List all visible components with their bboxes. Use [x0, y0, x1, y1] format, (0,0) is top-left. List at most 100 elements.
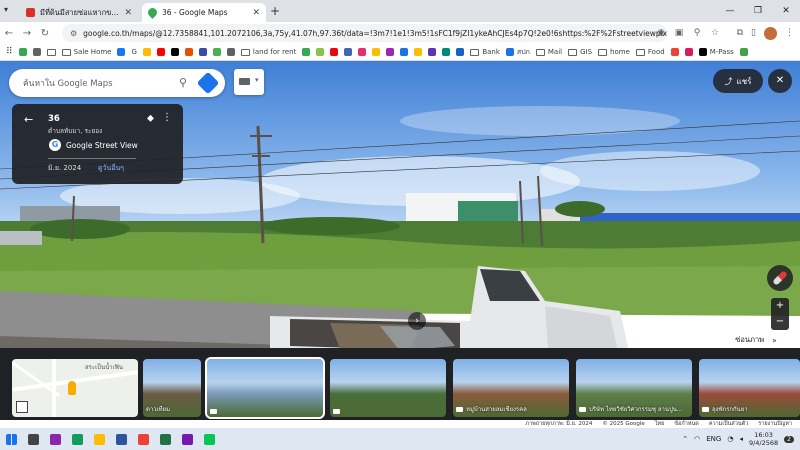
fullscreen-icon[interactable] [16, 401, 28, 413]
bookmark-item[interactable] [442, 48, 451, 56]
chevron-up-icon[interactable]: ⌃ [682, 435, 688, 443]
location-icon[interactable]: ◉ [655, 28, 667, 38]
credit-item[interactable]: รายงานปัญหา [758, 420, 792, 428]
mini-map[interactable]: สระเป็นน้ำเฟิน [12, 359, 138, 417]
tab-search-icon[interactable]: ▾ [4, 5, 8, 14]
bookmark-item[interactable] [414, 48, 423, 56]
reload-button[interactable]: ↻ [36, 28, 54, 39]
bookmark-item[interactable] [156, 48, 165, 56]
back-button[interactable]: ← [0, 28, 18, 39]
wifi-icon[interactable]: ◔ [727, 435, 733, 443]
forward-button[interactable]: → [18, 28, 36, 39]
bookmark-item[interactable] [142, 48, 151, 56]
bookmark-item[interactable] [184, 48, 193, 56]
bookmark-item[interactable]: Food [635, 48, 665, 56]
bookmark-item[interactable]: G [131, 48, 136, 56]
bookmark-item[interactable]: Mail [535, 48, 562, 56]
profile-avatar[interactable] [764, 26, 777, 40]
minimize-button[interactable]: — [716, 0, 744, 22]
back-arrow-icon[interactable]: ← [24, 113, 33, 126]
bookmark-item[interactable] [302, 48, 311, 56]
bookmark-item[interactable] [358, 48, 367, 56]
site-info-icon[interactable]: ⚙ [70, 29, 77, 38]
zoom-in-button[interactable]: + [771, 298, 789, 314]
address-bar[interactable]: ⚙ google.co.th/maps/@12.7358841,101.2072… [62, 24, 667, 42]
bookmark-item[interactable] [386, 48, 395, 56]
bookmark-item[interactable] [198, 48, 207, 56]
bookmark-item[interactable]: home [598, 48, 630, 56]
sidebar-icon[interactable]: ▯ [751, 28, 756, 38]
zoom-out-button[interactable]: − [771, 314, 789, 330]
search-input[interactable]: ค้นหาใน Google Maps [23, 76, 113, 90]
directions-icon[interactable] [196, 71, 220, 95]
bookmark-item[interactable] [46, 48, 56, 56]
taskbar-word-button[interactable] [110, 428, 132, 450]
imagery-thumbnail[interactable]: บริษัท ไทยวิชัยวิศวกรรมซุ ลานปูน... [576, 359, 692, 417]
taskbar-line-button[interactable] [198, 428, 220, 450]
clock[interactable]: 16:03 9/4/2568 [749, 431, 778, 447]
layers-button[interactable]: ▾ [234, 69, 264, 95]
credit-item[interactable]: ไทย [655, 420, 665, 428]
taskbar-taskview-button[interactable] [22, 428, 44, 450]
bookmark-item[interactable] [428, 48, 437, 56]
compass-icon[interactable] [767, 265, 793, 291]
bookmark-item[interactable]: Bank [470, 48, 500, 56]
imagery-thumbnail[interactable]: ลุงพักรกกันยา [699, 359, 800, 417]
navigation-arrow-icon[interactable]: › [408, 312, 426, 330]
close-street-view-button[interactable]: ✕ [768, 69, 792, 93]
bookmark-item[interactable] [170, 48, 179, 56]
bookmark-item[interactable] [344, 48, 353, 56]
pegman-icon[interactable] [68, 381, 76, 395]
imagery-thumbnail[interactable] [205, 357, 325, 419]
bookmark-item[interactable] [456, 48, 465, 56]
bookmark-item[interactable]: GIS [568, 48, 592, 56]
taskbar-edge-button[interactable] [66, 428, 88, 450]
network-icon[interactable]: ◠ [694, 435, 700, 443]
volume-icon[interactable]: ◂ [739, 435, 743, 443]
bookmark-item[interactable] [18, 48, 27, 56]
street-view[interactable]: ค้นหาใน Google Maps ⚲ ▾ ← 36 ตำบลทับมา, … [0, 61, 800, 428]
bookmark-item[interactable] [316, 48, 325, 56]
extensions-icon[interactable]: ⧉ [737, 28, 743, 38]
menu-icon[interactable]: ⋮ [785, 28, 794, 38]
bookmark-item[interactable] [372, 48, 381, 56]
language-indicator[interactable]: ENG [706, 435, 721, 443]
more-options-icon[interactable]: ⋮ [162, 112, 172, 123]
search-box[interactable]: ค้นหาใน Google Maps ⚲ [9, 69, 225, 97]
bookmark-item[interactable] [212, 48, 221, 56]
notification-badge[interactable]: 2 [784, 435, 794, 443]
maximize-button[interactable]: ❐ [744, 0, 772, 22]
new-tab-button[interactable]: + [270, 4, 280, 18]
tab-0[interactable]: มีที่ดินมีสายซ่อแหากขายที่ดินส่ง ✕ [20, 3, 138, 22]
bookmark-item[interactable]: land for rent [240, 48, 296, 56]
imagery-thumbnail[interactable]: หมู่บ้านสายลมเชียงรคล [453, 359, 569, 417]
close-tab-icon[interactable]: ✕ [252, 8, 260, 18]
pin-icon[interactable]: ⬥ [147, 113, 154, 124]
bookmark-item[interactable]: สปก [505, 47, 530, 58]
credit-item[interactable]: ข้อกำหนด [674, 420, 698, 428]
hide-imagery-button[interactable]: ซ่อนภาพ » [723, 331, 789, 349]
see-more-dates-link[interactable]: ดูวันอื่นๆ [98, 163, 124, 174]
taskbar-onenote-button[interactable] [176, 428, 198, 450]
bookmark-item[interactable] [400, 48, 409, 56]
bookmark-item[interactable] [330, 48, 339, 56]
apps-grid-icon[interactable]: ⠿ [6, 47, 13, 57]
share-button[interactable]: ⤴ แชร์ [713, 69, 763, 93]
tab-1[interactable]: 36 - Google Maps ✕ [142, 3, 266, 22]
search-icon[interactable]: ⚲ [179, 76, 187, 89]
taskbar-copilot-button[interactable] [44, 428, 66, 450]
taskbar-start-button[interactable] [0, 428, 22, 450]
bookmark-item[interactable] [739, 48, 748, 56]
taskbar-chrome-button[interactable] [132, 428, 154, 450]
bookmark-item[interactable] [117, 48, 126, 56]
imagery-thumbnail[interactable]: ดาวเทียม [143, 359, 201, 417]
bookmark-item[interactable] [226, 48, 235, 56]
bookmark-item[interactable]: Sale Home [61, 48, 111, 56]
credit-item[interactable]: ความเป็นส่วนตัว [709, 420, 748, 428]
bookmark-item[interactable] [670, 48, 679, 56]
taskbar-excel-button[interactable] [154, 428, 176, 450]
close-window-button[interactable]: ✕ [772, 0, 800, 22]
bookmark-item[interactable] [32, 48, 41, 56]
close-tab-icon[interactable]: ✕ [124, 8, 132, 18]
imagery-thumbnail[interactable] [330, 359, 446, 417]
